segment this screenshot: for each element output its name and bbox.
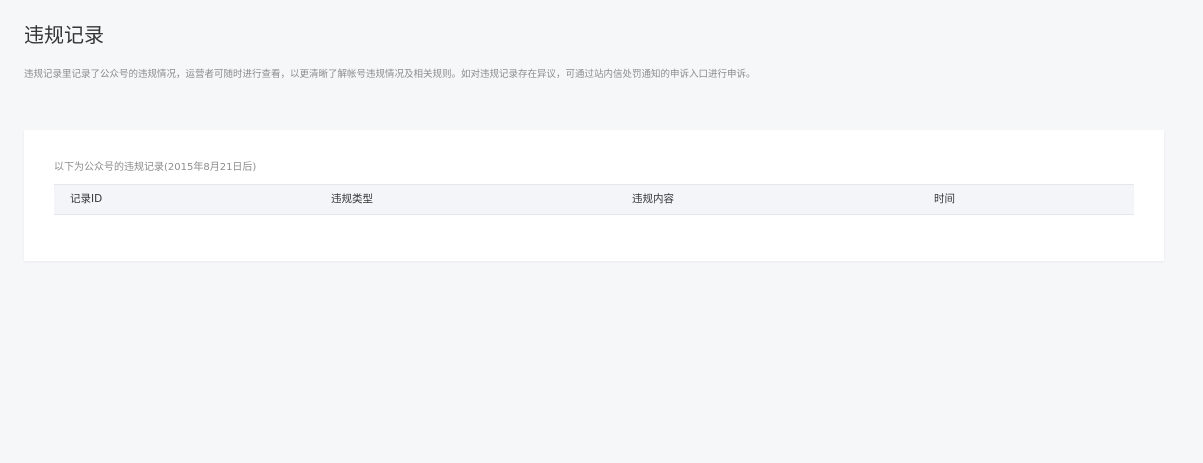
column-header-violation-type: 违规类型 xyxy=(331,193,373,205)
column-header-violation-content: 违规内容 xyxy=(632,193,674,205)
column-header-time: 时间 xyxy=(934,193,955,205)
records-caption: 以下为公众号的违规记录(2015年8月21日后) xyxy=(54,162,257,173)
page-title: 违规记录 xyxy=(24,23,104,47)
violation-records-card: 以下为公众号的违规记录(2015年8月21日后) 记录ID 违规类型 违规内容 … xyxy=(24,130,1164,261)
column-header-record-id: 记录ID xyxy=(70,193,103,205)
page-description: 违规记录里记录了公众号的违规情况，运营者可随时进行查看，以更清晰了解帐号违规情况… xyxy=(24,69,756,80)
records-table-header: 记录ID 违规类型 违规内容 时间 xyxy=(54,184,1134,215)
